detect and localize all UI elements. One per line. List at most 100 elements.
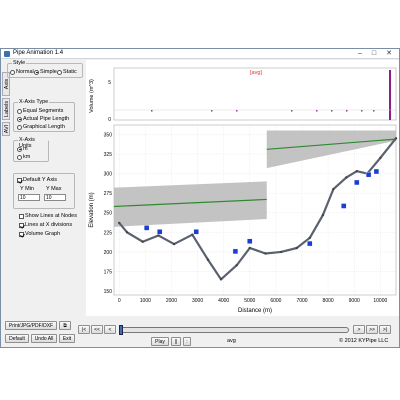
x-tick-label: 3000 xyxy=(192,298,203,304)
last-frame-button[interactable]: >| xyxy=(379,325,391,334)
pressure-band-0 xyxy=(114,181,267,227)
pipe-node xyxy=(172,242,176,246)
x-tick-label: 2000 xyxy=(166,298,177,304)
ymax-input[interactable]: 10 xyxy=(44,194,66,201)
x-tick-label: 7000 xyxy=(296,298,307,304)
avg-label: avg xyxy=(227,338,236,344)
copyright-text: © 2012 KYPipe LLC xyxy=(339,338,389,344)
pipe-node xyxy=(345,176,348,179)
units-m-radio[interactable]: m xyxy=(17,146,28,152)
x-tick-label: 5000 xyxy=(244,298,255,304)
x-tick-label: 0 xyxy=(118,298,121,304)
default-button[interactable]: Default xyxy=(5,334,29,343)
x-tick-label: 10000 xyxy=(373,298,387,304)
pipe-node xyxy=(141,240,144,243)
pipe-node xyxy=(308,236,312,240)
volume-y-tick: 5 xyxy=(108,80,111,86)
rewind-button[interactable]: << xyxy=(91,325,103,334)
y-tick-label: 275 xyxy=(104,191,113,197)
y-tick-label: 150 xyxy=(104,289,113,295)
pipe-node xyxy=(279,250,283,254)
volume-y-tick: 0 xyxy=(108,117,111,123)
node-marker xyxy=(232,248,239,255)
style-static-radio[interactable]: Static xyxy=(57,69,77,75)
bottom-toolbar: Print/JPG/PDF/DXF ⧉ Default Undo All Exi… xyxy=(1,317,399,349)
y-tick-label: 325 xyxy=(104,152,113,158)
ymax-label: Y Max xyxy=(46,186,62,192)
node-marker xyxy=(247,238,253,244)
play-button[interactable]: Play xyxy=(151,337,169,346)
volume-point xyxy=(236,110,238,112)
volume-bar xyxy=(389,70,391,120)
volume-point xyxy=(211,110,213,112)
y-axis-group: Default Y Axis Y Min Y Max 10 10 xyxy=(13,173,75,209)
pipe-node xyxy=(206,258,210,261)
units-km-radio[interactable]: km xyxy=(17,154,30,160)
volume-graph-checkbox[interactable]: Volume Graph xyxy=(19,231,60,237)
volume-point xyxy=(331,110,333,112)
window-title: Pipe Animation 1.4 xyxy=(13,50,64,56)
node-marker xyxy=(156,229,163,235)
volume-point xyxy=(361,110,363,112)
node-marker xyxy=(193,229,199,235)
y-tick-label: 250 xyxy=(104,211,113,217)
pipe-node xyxy=(394,137,398,140)
graphical-length-radio[interactable]: Graphical Length xyxy=(17,124,65,130)
pipe-node xyxy=(321,213,325,217)
volume-point xyxy=(291,110,293,112)
print-button[interactable]: Print/JPG/PDF/DXF xyxy=(5,321,57,330)
minimize-icon[interactable]: – xyxy=(353,49,367,59)
y-tick-label: 200 xyxy=(104,250,113,256)
pipe-node xyxy=(264,252,267,255)
pipe-node xyxy=(295,246,298,250)
pause-button[interactable]: || xyxy=(171,337,181,346)
fast-forward-button[interactable]: >> xyxy=(366,325,378,334)
equal-segments-radio[interactable]: Equal Segments xyxy=(17,108,63,114)
volume-title: [avg] xyxy=(250,70,262,76)
lines-at-x-divisions-checkbox[interactable]: Lines at X divisions xyxy=(19,222,72,228)
step-back-button[interactable]: < xyxy=(104,325,116,334)
actual-pipe-length-radio[interactable]: Actual Pipe Length xyxy=(17,116,69,122)
x-tick-label: 8000 xyxy=(323,298,334,304)
volume-panel: [avg] Volume (m^3) 5 0 xyxy=(89,67,397,123)
pipe-node xyxy=(332,188,335,191)
volume-point xyxy=(346,110,348,112)
x-axis-label: Distance (m) xyxy=(238,308,272,314)
pipe-node xyxy=(118,221,121,225)
node-marker xyxy=(341,203,347,209)
copy-icon[interactable]: ⧉ xyxy=(59,321,71,330)
maximize-icon[interactable]: □ xyxy=(367,49,381,59)
exit-button[interactable]: Exit xyxy=(59,334,75,343)
y-axis-label: Elevation (m) xyxy=(89,192,95,227)
undo-all-button[interactable]: Undo All xyxy=(31,334,57,343)
node-marker xyxy=(307,240,313,247)
close-icon[interactable]: ✕ xyxy=(382,49,396,59)
app-window: Pipe Animation 1.4 – □ ✕ Axis Labels AVI… xyxy=(0,48,400,348)
pipe-node xyxy=(248,246,251,250)
volume-point xyxy=(373,110,375,112)
style-normal-radio[interactable]: Normal xyxy=(10,69,34,75)
node-marker xyxy=(373,168,380,175)
tab-avi[interactable]: AVI xyxy=(2,122,10,136)
y-tick-label: 300 xyxy=(104,172,113,178)
elevation-panel: 0 1000 2000 3000 4000 5000 6000 7000 8000 9000 100… xyxy=(89,124,398,314)
first-frame-button[interactable]: |< xyxy=(78,325,90,334)
frame-slider[interactable] xyxy=(119,327,349,333)
pipe-node xyxy=(191,233,194,236)
frame-slider-thumb[interactable] xyxy=(119,325,123,335)
volume-point xyxy=(151,110,153,112)
x-tick-label: 6000 xyxy=(270,298,281,304)
x-tick-label: 9000 xyxy=(349,298,360,304)
y-tick-label: 350 xyxy=(104,132,113,138)
pipe-node xyxy=(235,264,238,267)
default-y-axis-checkbox[interactable]: Default Y Axis xyxy=(17,177,57,183)
ymin-input[interactable]: 10 xyxy=(18,194,40,201)
style-simple-radio[interactable]: Simple xyxy=(34,69,57,75)
show-lines-at-nodes-checkbox[interactable]: Show Lines at Nodes xyxy=(19,213,77,219)
pipe-node xyxy=(125,231,129,234)
xaxis-units-group: X-Axis Units m km xyxy=(13,137,49,162)
step-forward-button[interactable]: > xyxy=(353,325,365,334)
stop-button[interactable]: : xyxy=(183,337,191,346)
node-marker xyxy=(354,179,360,186)
y-tick-label: 175 xyxy=(104,269,113,275)
